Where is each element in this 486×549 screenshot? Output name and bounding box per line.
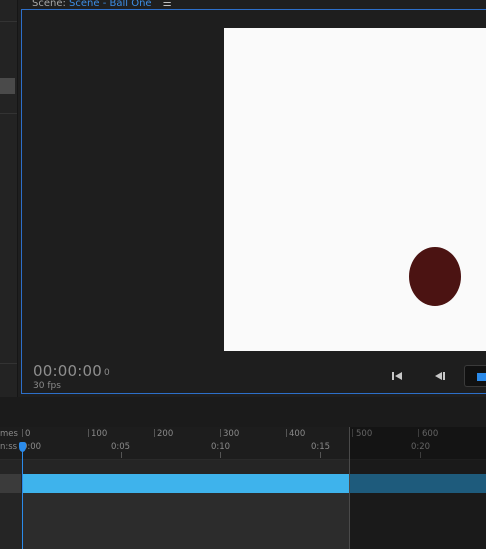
scene-label: Scene: [32,0,66,9]
scene-header: Scene: Scene - Ball One ☰ [32,0,172,9]
timecode: 00:00:00 [33,362,102,380]
frame-tick-label: 0 [25,429,31,439]
frame-number: 0 [104,368,110,378]
frame-tick-label: 300 [223,429,240,439]
panel-tab[interactable] [0,78,15,94]
scene-end-marker[interactable] [349,427,350,549]
frame-tick [154,429,155,437]
frame-tick-label: 100 [91,429,108,439]
frame-tick [286,429,287,437]
scene-name[interactable]: Scene - Ball One [69,0,152,9]
time-tick-label: 0:15 [311,442,331,452]
time-tick-label: 0:10 [211,442,231,452]
divider [0,21,17,22]
frame-tick [220,429,221,437]
frame-tick [88,429,89,437]
time-tick-label: 0:05 [111,442,131,452]
time-tick [121,452,122,458]
divider [0,113,17,114]
layer-row-header[interactable] [0,474,21,493]
layer-track-bar[interactable] [22,474,350,493]
empty-track-area[interactable] [22,493,350,549]
skip-to-start-icon [392,372,402,380]
fps-label: 30 fps [33,381,61,391]
time-tick [220,452,221,458]
playhead-line [22,450,23,549]
frame-tick-label: 200 [157,429,174,439]
out-of-range-overlay [350,427,486,549]
panel-separator [0,397,486,427]
step-back-icon [435,372,445,380]
divider [0,363,17,364]
frame-tick [22,429,23,437]
step-back-button[interactable] [432,368,448,384]
skip-to-start-button[interactable] [389,368,405,384]
time-label: n:ss [0,442,18,452]
hamburger-menu-icon[interactable]: ☰ [163,0,172,9]
frame-tick-label: 400 [289,429,306,439]
ball-object[interactable] [409,247,461,306]
left-panel-strip [0,0,18,397]
play-icon [477,373,486,381]
time-tick [320,452,321,458]
playhead-handle[interactable] [19,442,26,452]
play-button[interactable] [464,365,486,387]
frames-label: mes [0,429,18,439]
